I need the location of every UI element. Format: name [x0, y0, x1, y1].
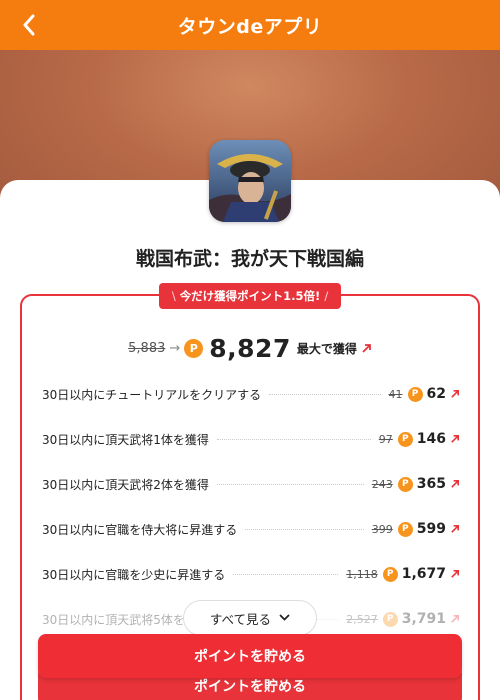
see-all-label: すべて見る: [209, 611, 272, 627]
task-new-points: 599: [416, 521, 446, 537]
earn-points-button[interactable]: ポイントを貯める: [38, 634, 462, 678]
total-old-points: 5,883: [128, 341, 166, 356]
arrow-up-right-icon: [451, 615, 459, 623]
point-coin-icon: P: [397, 521, 413, 537]
task-new-points: 365: [416, 476, 446, 492]
bonus-badge: \ 今だけ獲得ポイント1.5倍! /: [159, 283, 341, 309]
task-old-points: 243: [371, 477, 393, 491]
task-label: 30日以内に頂天武将5体を: [42, 612, 185, 627]
total-suffix: 最大で獲得: [296, 342, 357, 356]
arrow-up-right-icon: [451, 570, 459, 578]
task-row[interactable]: 30日以内に頂天武将1体を獲得 97 P 146: [42, 428, 460, 450]
task-old-points: 1,118: [346, 567, 378, 581]
arrow-up-right-icon: [451, 480, 459, 488]
task-label: 30日以内に官職を少史に昇進する: [42, 567, 226, 582]
bonus-badge-text: 今だけ獲得ポイント1.5倍!: [179, 289, 321, 303]
task-new-points: 3,791: [401, 611, 446, 627]
header-title: タウンdeアプリ: [177, 15, 323, 38]
point-coin-icon: P: [397, 431, 413, 447]
point-coin-icon: P: [397, 476, 413, 492]
badge-deco-left: \: [171, 289, 176, 303]
task-new-points: 62: [426, 386, 446, 402]
task-row[interactable]: 30日以内にチュートリアルをクリアする 41 P 62: [42, 383, 460, 405]
dotted-leader: [233, 573, 339, 575]
arrow-right-icon: →: [169, 341, 181, 356]
back-button[interactable]: [14, 10, 44, 40]
arrow-up-right-icon: [451, 390, 459, 398]
point-coin-icon: P: [184, 339, 204, 358]
app-header: タウンdeアプリ: [0, 0, 500, 50]
chevron-left-icon: [23, 14, 35, 36]
task-old-points: 97: [378, 432, 393, 446]
task-label: 30日以内に頂天武将2体を獲得: [42, 477, 209, 492]
dotted-leader: [216, 483, 364, 485]
task-new-points: 1,677: [401, 566, 446, 582]
see-all-button[interactable]: すべて見る: [183, 600, 317, 636]
cta-shadow-label: ポイントを貯める: [194, 679, 306, 695]
app-icon: [209, 140, 291, 222]
task-row[interactable]: 30日以内に官職を少史に昇進する 1,118 P 1,677: [42, 563, 460, 585]
earn-points-label: ポイントを貯める: [194, 649, 306, 665]
dotted-leader: [216, 438, 371, 440]
task-row[interactable]: 30日以内に頂天武将2体を獲得 243 P 365: [42, 473, 460, 495]
arrow-up-right-icon: [362, 344, 371, 353]
task-old-points: 2,527: [346, 612, 378, 626]
point-coin-icon: P: [382, 611, 398, 627]
task-label: 30日以内に頂天武将1体を獲得: [42, 432, 209, 447]
task-row[interactable]: 30日以内に官職を侍大将に昇進する 399 P 599: [42, 518, 460, 540]
task-label: 30日以内にチュートリアルをクリアする: [42, 387, 262, 402]
point-coin-icon: P: [407, 386, 423, 402]
task-old-points: 41: [388, 387, 403, 401]
task-new-points: 146: [416, 431, 446, 447]
task-old-points: 399: [371, 522, 393, 536]
app-title: 戦国布武：我が天下戦国編: [135, 248, 364, 270]
arrow-up-right-icon: [451, 525, 459, 533]
dotted-leader: [245, 528, 364, 530]
arrow-up-right-icon: [451, 435, 459, 443]
dotted-leader: [269, 393, 381, 395]
total-new-points: 8,827: [209, 334, 291, 363]
task-label: 30日以内に官職を侍大将に昇進する: [42, 522, 238, 537]
badge-deco-right: /: [324, 289, 329, 303]
chevron-down-icon: [279, 614, 290, 621]
point-coin-icon: P: [382, 566, 398, 582]
total-points-row: 5,883 → P 8,827 最大で獲得: [0, 334, 500, 363]
